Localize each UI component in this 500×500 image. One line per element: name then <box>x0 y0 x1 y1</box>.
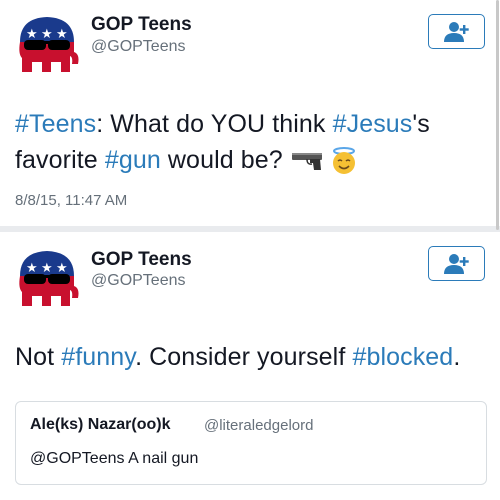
hashtag-link[interactable]: #funny <box>61 343 135 371</box>
gop-elephant-avatar[interactable]: ★ ★ ★ <box>14 12 80 74</box>
svg-text:★: ★ <box>41 27 53 42</box>
quoted-author-handle[interactable]: @literaledgelord <box>204 417 313 434</box>
svg-text:★: ★ <box>56 27 68 42</box>
tweet-text: Not #funny. Consider yourself #blocked. <box>15 339 485 375</box>
quoted-author-name[interactable]: Ale(ks) Nazar(oo)k <box>30 416 170 434</box>
tweet-text-segment: . Consider yourself <box>135 343 353 371</box>
svg-text:★: ★ <box>41 261 53 276</box>
hashtag-link[interactable]: #blocked <box>352 343 453 371</box>
hashtag-link[interactable]: #gun <box>105 146 161 174</box>
quoted-tweet[interactable]: Ale(ks) Nazar(oo)k @literaledgelord @GOP… <box>15 401 487 485</box>
hashtag-link[interactable]: #Jesus <box>333 110 413 138</box>
tweet-text-segment: favorite <box>15 146 105 174</box>
hashtag-link[interactable]: #Teens <box>15 110 96 138</box>
tweet-text-segment: 's <box>412 110 430 138</box>
add-user-icon <box>443 253 469 274</box>
tweet-text: #Teens: What do YOU think #Jesus's favor… <box>15 106 485 178</box>
gop-elephant-avatar[interactable]: ★ ★ ★ <box>14 246 80 308</box>
tweet-text-segment: Not <box>15 343 62 371</box>
follow-button[interactable] <box>428 14 485 49</box>
author-name[interactable]: GOP Teens <box>91 249 192 271</box>
smiling-face-with-halo-icon <box>332 147 355 175</box>
svg-text:★: ★ <box>26 261 38 276</box>
tweet-text-segment: : What do YOU think <box>96 110 333 138</box>
quoted-tweet-text: @GOPTeens A nail gun <box>30 450 199 467</box>
svg-text:★: ★ <box>56 261 68 276</box>
author-name[interactable]: GOP Teens <box>91 14 192 36</box>
tweet-timestamp[interactable]: 8/8/15, 11:47 AM <box>15 192 127 209</box>
follow-button[interactable] <box>428 246 485 281</box>
author-handle[interactable]: @GOPTeens <box>91 38 186 56</box>
tweet-text-segment: would be? <box>160 146 283 174</box>
author-handle[interactable]: @GOPTeens <box>91 272 186 290</box>
pistol-icon <box>291 153 322 171</box>
add-user-icon <box>443 21 469 42</box>
tweet-text-segment: . <box>453 343 461 371</box>
tweet-divider <box>0 226 500 232</box>
svg-text:★: ★ <box>26 27 38 42</box>
scrollbar[interactable] <box>496 0 499 230</box>
